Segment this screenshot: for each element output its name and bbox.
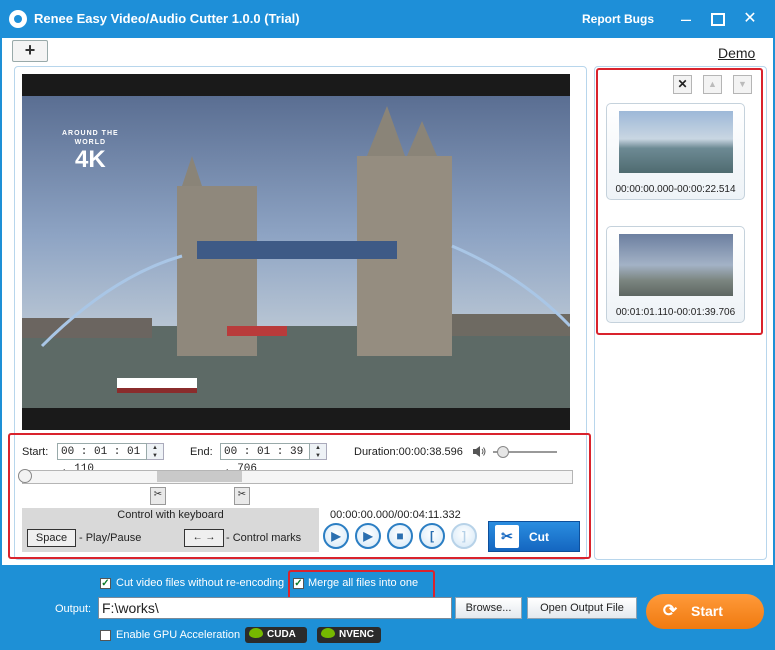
- report-bugs-link[interactable]: Report Bugs: [582, 12, 654, 26]
- close-icon[interactable]: ✕: [739, 8, 761, 30]
- cut-without-reencoding-checkbox[interactable]: ✓: [100, 578, 111, 589]
- demo-link[interactable]: Demo: [718, 45, 755, 61]
- watermark-line-big: 4K: [74, 146, 106, 173]
- spin-down-icon[interactable]: ▼: [147, 452, 163, 460]
- timeline-selection: [157, 471, 242, 482]
- end-marker-handle[interactable]: ✂: [234, 487, 250, 505]
- spin-up-icon[interactable]: ▲: [310, 444, 326, 452]
- gpu-acceleration-checkbox[interactable]: [100, 630, 111, 641]
- play-selection-button[interactable]: ▶: [355, 523, 381, 549]
- start-button[interactable]: ⟳ Start: [646, 594, 764, 629]
- gpu-acceleration-label: Enable GPU Acceleration: [116, 629, 241, 641]
- end-label: End:: [190, 446, 213, 458]
- clip-thumbnail: [619, 111, 733, 173]
- move-up-icon[interactable]: ▲: [703, 75, 722, 94]
- window-title: Renee Easy Video/Audio Cutter 1.0.0 (Tri…: [34, 11, 300, 26]
- clip-thumbnail: [619, 234, 733, 296]
- arrow-keys: ← →: [184, 529, 224, 547]
- volume-icon[interactable]: [472, 445, 486, 458]
- space-key: Space: [27, 529, 76, 547]
- start-time-field[interactable]: 00 : 01 : 01 . 110: [57, 443, 147, 475]
- spin-up-icon[interactable]: ▲: [147, 444, 163, 452]
- browse-button[interactable]: Browse...: [455, 597, 522, 619]
- clip-item[interactable]: 00:00:00.000-00:00:22.514: [606, 103, 745, 200]
- play-button[interactable]: ▶: [323, 523, 349, 549]
- clip-time-range: 00:00:00.000-00:00:22.514: [615, 184, 736, 195]
- cuda-label: CUDA: [267, 629, 296, 640]
- nvenc-label: NVENC: [339, 629, 375, 640]
- set-end-mark-button[interactable]: ]: [451, 523, 477, 549]
- start-label: Start:: [22, 446, 49, 458]
- nvidia-logo-icon: [249, 628, 263, 638]
- open-output-file-button[interactable]: Open Output File: [527, 597, 637, 619]
- timeline-playhead[interactable]: [18, 469, 32, 483]
- timeline-track[interactable]: [22, 470, 573, 484]
- watermark-line-top: AROUND THE: [62, 130, 119, 137]
- merge-all-checkbox[interactable]: ✓: [293, 578, 304, 589]
- maximize-icon[interactable]: [707, 8, 729, 30]
- volume-slider-handle[interactable]: [497, 446, 509, 458]
- start-time-spinner[interactable]: ▲ ▼: [147, 443, 164, 460]
- output-label: Output:: [55, 603, 92, 615]
- video-watermark: AROUND THE WORLD 4K: [62, 129, 119, 173]
- nvidia-logo-icon: [321, 628, 335, 638]
- stop-button[interactable]: ■: [387, 523, 413, 549]
- app-logo-icon: [9, 10, 27, 28]
- nvenc-badge: NVENC: [317, 627, 381, 643]
- scissors-icon: ✂: [495, 525, 519, 548]
- minimize-icon[interactable]: –: [675, 8, 697, 30]
- clip-item[interactable]: 00:01:01.110-00:01:39.706: [606, 226, 745, 323]
- merge-all-label: Merge all files into one: [308, 577, 419, 589]
- video-preview[interactable]: AROUND THE WORLD 4K: [22, 74, 570, 430]
- move-down-icon[interactable]: ▼: [733, 75, 752, 94]
- arrow-keys-description: - Control marks: [226, 532, 302, 544]
- cut-button-label: Cut: [529, 530, 549, 544]
- spin-down-icon[interactable]: ▼: [310, 452, 326, 460]
- set-start-mark-button[interactable]: [: [419, 523, 445, 549]
- refresh-icon: ⟳: [662, 601, 678, 620]
- clip-time-range: 00:01:01.110-00:01:39.706: [615, 307, 736, 318]
- start-button-label: Start: [691, 603, 723, 619]
- output-path-field[interactable]: F:\works\: [98, 597, 452, 619]
- duration-text: Duration:00:00:38.596: [354, 446, 463, 458]
- add-file-button[interactable]: +: [12, 40, 48, 62]
- end-time-spinner[interactable]: ▲ ▼: [310, 443, 327, 460]
- cut-button[interactable]: ✂ Cut: [488, 521, 580, 552]
- keyboard-help-title: Control with keyboard: [117, 509, 224, 521]
- end-time-field[interactable]: 00 : 01 : 39 . 706: [220, 443, 310, 475]
- remove-clip-icon[interactable]: ✕: [673, 75, 692, 94]
- start-marker-handle[interactable]: ✂: [150, 487, 166, 505]
- cuda-badge: CUDA: [245, 627, 307, 643]
- playback-timecode: 00:00:00.000/00:04:11.332: [330, 509, 461, 521]
- cut-without-reencoding-label: Cut video files without re-encoding: [116, 577, 285, 589]
- space-key-description: - Play/Pause: [79, 532, 142, 544]
